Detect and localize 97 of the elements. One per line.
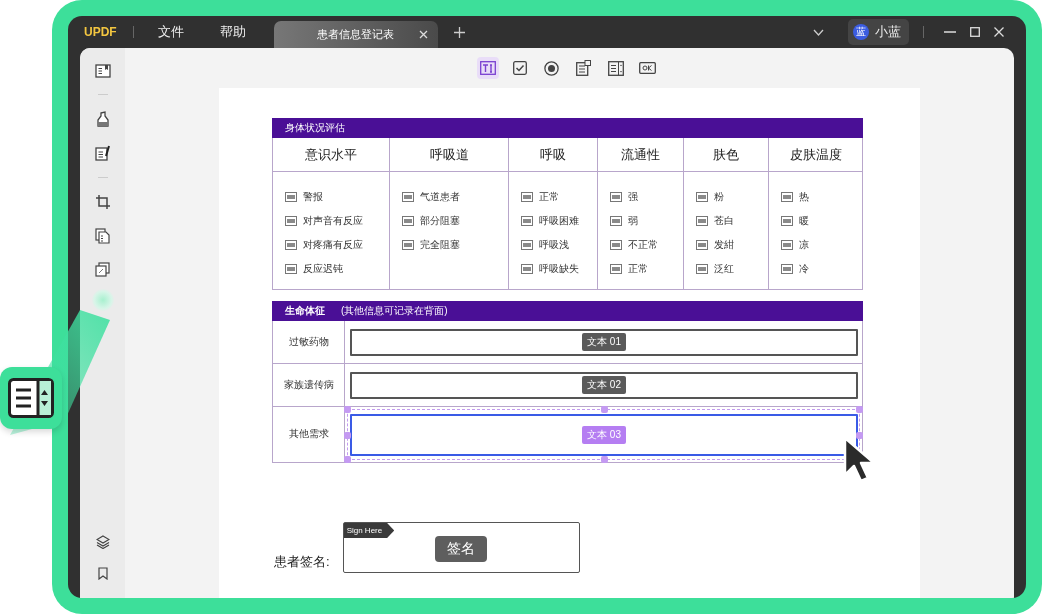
option-label: 正常 — [539, 190, 559, 204]
option-label: 反应迟钝 — [303, 262, 343, 276]
document-tab[interactable]: 患者信息登记表 — [273, 21, 438, 48]
list-field-icon[interactable] — [610, 240, 622, 250]
user-avatar: 蓝 — [853, 24, 869, 40]
option-label: 对疼痛有反应 — [303, 238, 363, 252]
add-tab-icon[interactable] — [453, 26, 465, 38]
field-name-badge: 文本 02 — [582, 376, 626, 394]
resize-handle[interactable] — [856, 406, 863, 413]
list-field-icon[interactable] — [696, 240, 708, 250]
close-icon[interactable] — [994, 27, 1004, 37]
highlight-glow — [91, 289, 114, 311]
text-field[interactable]: 文本 01 — [350, 328, 858, 356]
option-label: 苍白 — [714, 214, 734, 228]
section-title: 身体状况评估 — [285, 121, 345, 135]
field-name-badge: 签名 — [435, 535, 488, 562]
option-label: 热 — [799, 190, 809, 204]
column-heading: 肤色 — [713, 145, 739, 164]
list-field-icon[interactable] — [521, 216, 533, 226]
option-label: 正常 — [628, 262, 648, 276]
column-heading: 皮肤温度 — [789, 145, 842, 164]
list-field-icon[interactable] — [781, 216, 793, 226]
maximize-icon[interactable] — [970, 27, 980, 37]
option-label: 部分阻塞 — [420, 214, 460, 228]
field-name-badge: 文本 03 — [582, 425, 626, 444]
sign-here-tag: Sign Here — [343, 523, 395, 538]
option-label: 泛红 — [714, 262, 734, 276]
list-field-icon[interactable] — [610, 192, 622, 202]
menu-item[interactable]: 帮助 — [219, 23, 246, 41]
list-field-icon[interactable] — [610, 264, 622, 274]
option-label: 完全阻塞 — [420, 238, 460, 252]
list-field-icon[interactable] — [521, 240, 533, 250]
list-field-icon[interactable] — [402, 240, 414, 250]
list-field-icon[interactable] — [402, 216, 414, 226]
reader-icon[interactable] — [94, 64, 111, 78]
option-label: 凉 — [799, 238, 809, 252]
user-button[interactable]: 蓝 小蓝 — [848, 19, 909, 45]
highlighter-icon[interactable] — [95, 111, 110, 127]
signature-label: 患者签名: — [274, 553, 330, 571]
list-field-icon[interactable] — [521, 264, 533, 274]
list-field-icon[interactable] — [781, 264, 793, 274]
list-field-icon[interactable] — [285, 192, 297, 202]
option-label: 冷 — [799, 262, 809, 276]
layers-icon[interactable] — [95, 535, 110, 549]
resize-handle[interactable] — [344, 406, 351, 413]
list-field-icon[interactable] — [521, 192, 533, 202]
list-field-icon[interactable] — [696, 264, 708, 274]
option-label: 不正常 — [628, 238, 658, 252]
option-label: 粉 — [714, 190, 724, 204]
option-label: 对声音有反应 — [303, 214, 363, 228]
column-heading: 流通性 — [621, 145, 660, 164]
list-field-icon[interactable] — [285, 240, 297, 250]
row-label: 其他需求 — [288, 428, 329, 441]
option-label: 呼吸缺失 — [539, 262, 579, 276]
text-tool-button[interactable] — [476, 57, 499, 79]
section-title: 生命体征 — [285, 304, 325, 318]
row-label: 过敏药物 — [288, 335, 329, 349]
resize-handle[interactable] — [344, 431, 351, 439]
list-field-icon[interactable] — [285, 264, 297, 274]
close-icon[interactable] — [418, 30, 428, 39]
option-label: 气道患者 — [420, 190, 460, 204]
option-label: 暖 — [799, 214, 809, 228]
field-name-badge: 文本 01 — [582, 333, 626, 351]
resize-handle[interactable] — [856, 431, 863, 439]
option-label: 强 — [628, 190, 638, 204]
option-label: 发紺 — [714, 238, 734, 252]
column-heading: 呼吸 — [540, 145, 566, 164]
signature-field[interactable]: Sign Here 签名 — [342, 522, 580, 573]
option-label: 呼吸浅 — [539, 238, 569, 252]
list-field-icon[interactable] — [781, 192, 793, 202]
option-label: 警报 — [303, 190, 323, 204]
app-logo: UPDF — [84, 25, 117, 39]
menu-item[interactable]: 文件 — [157, 23, 184, 41]
list-field-icon[interactable] — [402, 192, 414, 202]
column-heading: 呼吸道 — [429, 145, 469, 164]
text-field[interactable]: 文本 02 — [350, 371, 858, 399]
resize-handle[interactable] — [600, 456, 608, 463]
list-field-icon[interactable] — [696, 216, 708, 226]
copy-icon[interactable] — [95, 262, 110, 277]
edit-document-icon[interactable] — [94, 145, 111, 161]
resize-handle[interactable] — [600, 406, 608, 413]
row-label: 家族遗传病 — [283, 378, 334, 392]
crop-icon[interactable] — [94, 194, 111, 210]
list-box-widget[interactable] — [0, 367, 62, 429]
list-field-icon[interactable] — [610, 216, 622, 226]
list-field-icon[interactable] — [285, 216, 297, 226]
resize-handle[interactable] — [344, 456, 351, 463]
option-label: 弱 — [628, 214, 638, 228]
list-box-icon — [8, 378, 54, 418]
column-heading: 意识水平 — [305, 145, 357, 164]
list-field-icon[interactable] — [781, 240, 793, 250]
bookmark-icon[interactable] — [97, 567, 108, 580]
list-field-icon[interactable] — [696, 192, 708, 202]
option-label: 呼吸困难 — [539, 214, 579, 228]
chevron-down-icon[interactable] — [813, 28, 824, 36]
section-note: (其他信息可记录在背面) — [341, 304, 448, 318]
pages-icon[interactable] — [95, 228, 110, 244]
